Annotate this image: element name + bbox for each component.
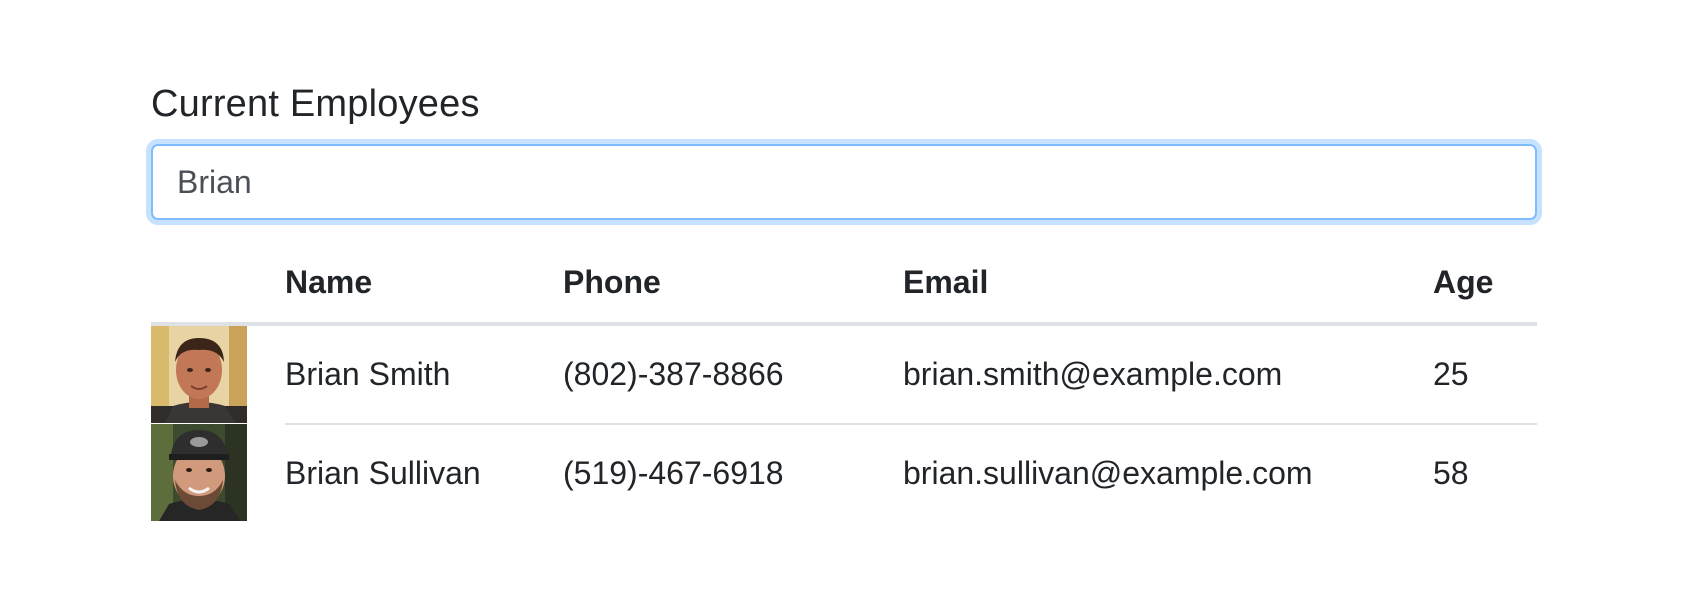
- column-header-phone[interactable]: Phone: [563, 242, 903, 326]
- photo-cell: [151, 424, 285, 522]
- age-cell: 58: [1433, 423, 1537, 522]
- phone-cell: (519)-467-6918: [563, 423, 903, 522]
- table-row: Brian Smith (802)-387-8866 brian.smith@e…: [151, 324, 1537, 424]
- column-header-email[interactable]: Email: [903, 242, 1433, 326]
- column-header-photo: [151, 242, 285, 326]
- employee-directory: Current Employees Name Phone Email Age: [151, 78, 1537, 522]
- employees-table: Name Phone Email Age Brian Smith (802)-3…: [151, 242, 1537, 522]
- name-cell: Brian Sullivan: [285, 423, 563, 522]
- name-cell: Brian Smith: [285, 356, 451, 392]
- photo-cell: [151, 324, 285, 424]
- age-cell: 25: [1433, 356, 1469, 392]
- email-cell: brian.smith@example.com: [903, 356, 1283, 392]
- column-header-name[interactable]: Name: [285, 242, 563, 326]
- employee-photo-icon: [151, 326, 247, 423]
- email-cell: brian.sullivan@example.com: [903, 423, 1433, 522]
- column-header-age[interactable]: Age: [1433, 242, 1537, 326]
- avatar: [151, 326, 247, 423]
- table-header-row: Name Phone Email Age: [151, 242, 1537, 326]
- avatar: [151, 424, 247, 521]
- search-input[interactable]: [151, 144, 1537, 220]
- employee-photo-icon: [151, 424, 247, 521]
- table-row: Brian Sullivan (519)-467-6918 brian.sull…: [151, 423, 1537, 522]
- phone-cell: (802)-387-8866: [563, 356, 784, 392]
- page-title: Current Employees: [151, 83, 480, 125]
